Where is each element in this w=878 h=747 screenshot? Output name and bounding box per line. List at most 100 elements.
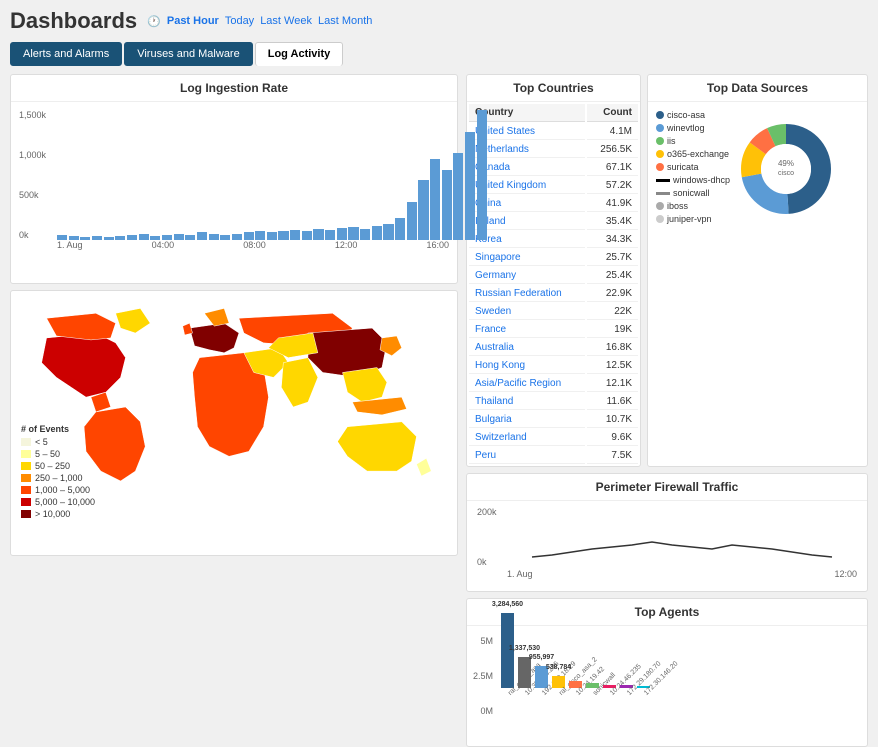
legend-item-5: 1,000 – 5,000 — [21, 485, 95, 495]
table-row: Asia/Pacific Region12.1K — [469, 376, 638, 392]
country-count: 35.4K — [587, 214, 638, 230]
agent-bar-count: 1,337,530 — [509, 645, 540, 652]
main-content: Log Ingestion Rate 1,500k 1,000k 500k 0k… — [0, 70, 878, 560]
data-source-label: sonicwall — [673, 188, 710, 198]
legend-color-line — [656, 192, 670, 195]
country-count: 4.1M — [587, 124, 638, 140]
legend-item-3: 50 – 250 — [21, 461, 95, 471]
country-name[interactable]: Australia — [469, 340, 585, 356]
agent-bar-count: 955,997 — [529, 654, 554, 661]
table-row: Australia16.8K — [469, 340, 638, 356]
time-last-week[interactable]: Last Week — [260, 15, 312, 27]
legend-color-4 — [21, 474, 31, 482]
countries-panel: Top Countries Country Count United State… — [466, 74, 641, 467]
y-axis: 1,500k 1,000k 500k 0k — [19, 110, 55, 240]
header: Dashboards 🕐 Past Hour Today Last Week L… — [0, 0, 878, 38]
data-source-label: iis — [667, 136, 676, 146]
table-row: Hong Kong12.5K — [469, 358, 638, 374]
legend-color-6 — [21, 498, 31, 506]
data-source-label: windows-dhcp — [673, 175, 730, 185]
country-name[interactable]: Hong Kong — [469, 358, 585, 374]
country-name[interactable]: Germany — [469, 268, 585, 284]
tab-alerts[interactable]: Alerts and Alarms — [10, 42, 122, 66]
bar — [244, 232, 254, 240]
tab-bar: Alerts and Alarms Viruses and Malware Lo… — [0, 38, 878, 70]
country-count: 67.1K — [587, 160, 638, 176]
country-name[interactable]: France — [469, 322, 585, 338]
country-name[interactable]: Sweden — [469, 304, 585, 320]
table-row: United States4.1M — [469, 124, 638, 140]
country-name[interactable]: Asia/Pacific Region — [469, 376, 585, 392]
top-agents-panel: Top Agents 5M2.5M0M3,284,560ral_cisco_as… — [466, 598, 868, 747]
country-count: 16.8K — [587, 340, 638, 356]
table-row: Germany25.4K — [469, 268, 638, 284]
agent-bar-wrapper: 172.29.180.70 — [620, 685, 633, 720]
bar — [465, 132, 475, 240]
right-column: Top Countries Country Count United State… — [466, 74, 868, 556]
countries-table: Country Count United States4.1MNetherlan… — [467, 102, 640, 466]
country-name[interactable]: Peru — [469, 448, 585, 464]
donut-chart: 49% cisco — [736, 119, 836, 219]
table-row: Russian Federation22.9K — [469, 286, 638, 302]
country-count: 57.2K — [587, 178, 638, 194]
top-row: Top Countries Country Count United State… — [466, 74, 868, 467]
agents-title: Top Agents — [467, 599, 867, 626]
page-title: Dashboards — [10, 8, 137, 34]
country-name[interactable]: Thailand — [469, 394, 585, 410]
bar — [395, 218, 405, 240]
legend-color-1 — [21, 438, 31, 446]
agents-chart: 5M2.5M0M3,284,560ral_cisco_asa1,337,5301… — [467, 626, 867, 746]
table-row: Peru7.5K — [469, 448, 638, 464]
bar — [278, 231, 288, 240]
data-sources-title: Top Data Sources — [648, 75, 867, 102]
time-last-month[interactable]: Last Month — [318, 15, 372, 27]
fw-x-axis: 1. Aug 12:00 — [507, 569, 857, 579]
svg-text:49%: 49% — [778, 159, 794, 168]
col-count-header: Count — [587, 104, 638, 122]
table-row: France19K — [469, 322, 638, 338]
legend-item-1: < 5 — [21, 437, 95, 447]
left-column: Log Ingestion Rate 1,500k 1,000k 500k 0k… — [10, 74, 458, 556]
firewall-chart: 200k 0k 1. Aug 12:00 — [467, 501, 867, 591]
legend-item-4: 250 – 1,000 — [21, 473, 95, 483]
bar — [348, 227, 358, 240]
table-row: United Kingdom57.2K — [469, 178, 638, 194]
legend-title: # of Events — [21, 424, 95, 434]
tab-viruses[interactable]: Viruses and Malware — [124, 42, 253, 66]
bar — [337, 228, 347, 240]
data-source-legend-item: o365-exchange — [656, 149, 730, 159]
time-today[interactable]: Today — [225, 15, 254, 27]
agent-bar: 1,337,530 — [518, 657, 531, 688]
country-count: 7.5K — [587, 448, 638, 464]
table-row: Singapore25.7K — [469, 250, 638, 266]
agent-bar — [637, 686, 650, 688]
legend-item-6: 5,000 – 10,000 — [21, 497, 95, 507]
country-count: 34.3K — [587, 232, 638, 248]
time-past-hour[interactable]: Past Hour — [167, 15, 219, 27]
legend-color-line — [656, 179, 670, 182]
bars-container — [57, 110, 487, 240]
data-source-legend-item: sonicwall — [656, 188, 730, 198]
bar — [442, 170, 452, 240]
country-name[interactable]: Switzerland — [469, 430, 585, 446]
country-count: 12.5K — [587, 358, 638, 374]
fw-line-chart — [507, 507, 857, 567]
agent-bar — [603, 685, 616, 688]
country-name[interactable]: Bulgaria — [469, 412, 585, 428]
tab-log-activity[interactable]: Log Activity — [255, 42, 344, 66]
firewall-panel: Perimeter Firewall Traffic 200k 0k 1. Au… — [466, 473, 868, 592]
table-row: China41.9K — [469, 196, 638, 212]
country-name[interactable]: Singapore — [469, 250, 585, 266]
table-row: Ireland35.4K — [469, 214, 638, 230]
svg-text:cisco: cisco — [778, 170, 794, 177]
agent-bar — [586, 683, 599, 688]
country-count: 25.4K — [587, 268, 638, 284]
bar — [430, 159, 440, 240]
x-axis: 1. Aug 04:00 08:00 12:00 16:00 — [57, 240, 449, 250]
bar — [477, 110, 487, 240]
legend-color-5 — [21, 486, 31, 494]
data-source-legend-item: iis — [656, 136, 730, 146]
legend-color-dot — [656, 215, 664, 223]
bar — [302, 231, 312, 240]
country-name[interactable]: Russian Federation — [469, 286, 585, 302]
